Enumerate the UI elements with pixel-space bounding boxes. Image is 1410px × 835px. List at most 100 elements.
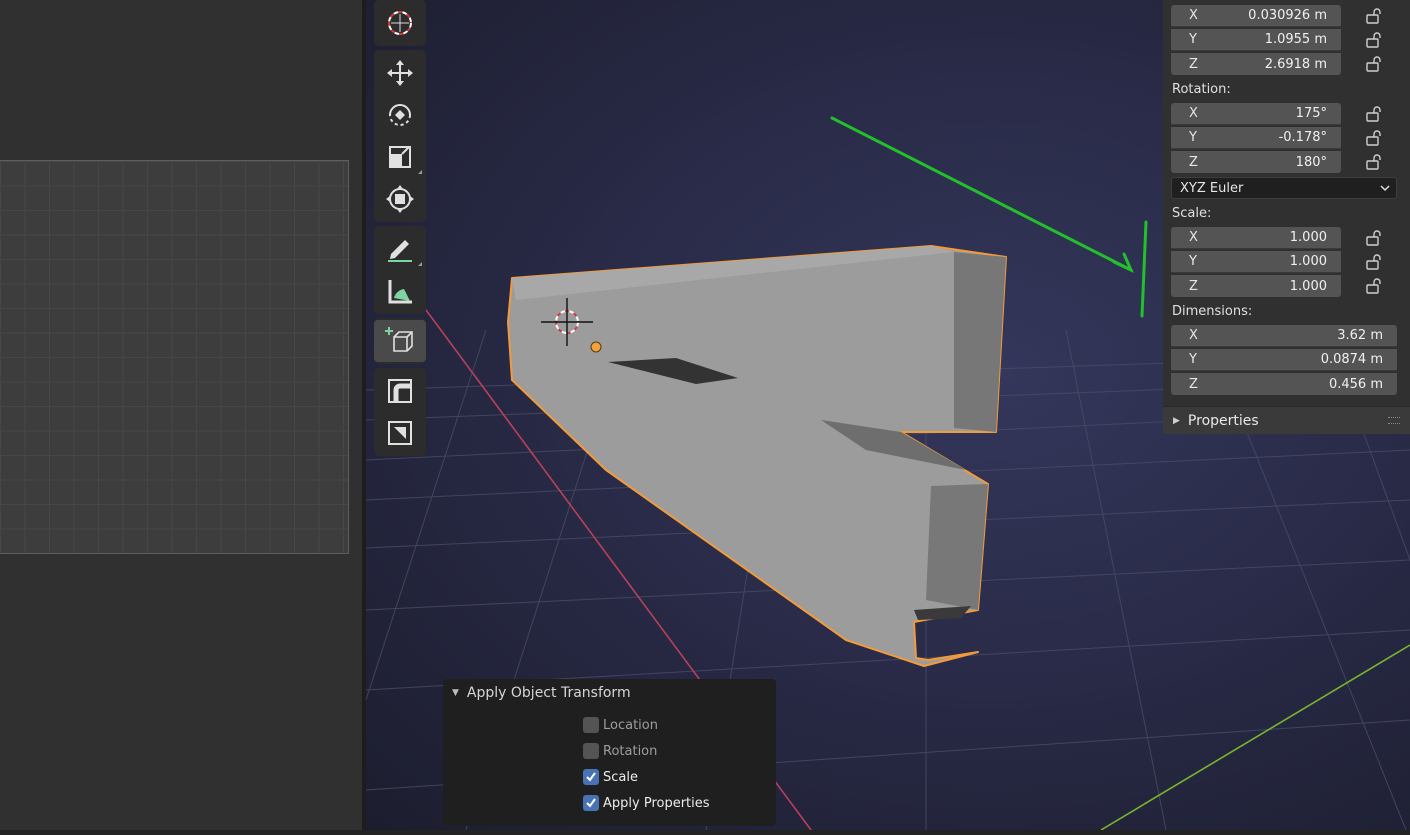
tool-scale[interactable] — [374, 136, 426, 178]
image-editor-grid[interactable] — [0, 160, 349, 554]
axis-label: Z — [1189, 154, 1198, 170]
left-editor-area[interactable] — [0, 0, 362, 830]
annotate-icon — [388, 240, 412, 262]
tool-move[interactable] — [374, 52, 426, 94]
dimensions-z-row: Z 0.456 m — [1171, 373, 1397, 395]
tool-shelf — [374, 0, 426, 460]
tool-annotate[interactable] — [374, 228, 426, 270]
scale-z-field[interactable]: Z 1.000 — [1171, 275, 1341, 297]
dimensions-x-row: X 3.62 m — [1171, 325, 1397, 347]
scale-y-field[interactable]: Y 1.000 — [1171, 251, 1341, 273]
extrude-icon — [388, 379, 412, 403]
status-bar-edge — [0, 830, 1410, 835]
checkmark-icon — [583, 769, 599, 785]
field-value: 0.030926 m — [1248, 8, 1327, 23]
rotation-label: Rotation: — [1172, 82, 1231, 97]
location-checkbox[interactable]: Location — [583, 717, 658, 733]
lock-icon[interactable] — [1365, 130, 1383, 146]
operator-redo-panel: ▼ Apply Object Transform Location Rotati… — [443, 679, 776, 826]
tool-measure[interactable] — [374, 270, 426, 312]
add-cube-icon — [385, 327, 413, 352]
tool-transform[interactable] — [374, 178, 426, 220]
lock-icon[interactable] — [1365, 154, 1383, 170]
field-value: 1.000 — [1289, 230, 1327, 245]
location-y-row: Y 1.0955 m — [1171, 29, 1397, 51]
tool-inset[interactable] — [374, 412, 426, 454]
checkbox-label: Location — [603, 717, 658, 733]
location-y-field[interactable]: Y 1.0955 m — [1171, 29, 1341, 51]
rotation-mode-value: XYZ Euler — [1180, 180, 1244, 196]
operator-panel-header[interactable]: ▼ Apply Object Transform — [452, 685, 631, 701]
rotation-y-field[interactable]: Y -0.178° — [1171, 127, 1341, 149]
checkbox-label: Apply Properties — [603, 795, 710, 811]
object-origin — [590, 341, 602, 353]
field-value: 2.6918 m — [1264, 56, 1327, 72]
dimensions-x-field[interactable]: X 3.62 m — [1171, 325, 1397, 347]
axis-label: Z — [1189, 56, 1198, 72]
checkmark-icon — [583, 795, 599, 811]
axis-label: Y — [1189, 32, 1197, 47]
rotation-mode-dropdown[interactable]: XYZ Euler — [1171, 177, 1397, 199]
scale-x-row: X 1.000 — [1171, 227, 1397, 249]
rotation-checkbox[interactable]: Rotation — [583, 743, 657, 759]
axis-label: X — [1189, 8, 1198, 23]
location-z-row: Z 2.6918 m — [1171, 53, 1397, 75]
rotation-z-field[interactable]: Z 180° — [1171, 151, 1341, 173]
scale-y-row: Y 1.000 — [1171, 251, 1397, 273]
checkbox-unchecked-icon — [583, 743, 599, 759]
operator-title: Apply Object Transform — [466, 685, 631, 701]
lock-icon[interactable] — [1365, 230, 1383, 246]
lock-icon[interactable] — [1365, 278, 1383, 294]
tool-add-cube[interactable] — [374, 320, 426, 362]
tool-rotate[interactable] — [374, 94, 426, 136]
properties-panel-header[interactable]: ▶ Properties — [1163, 406, 1410, 434]
drag-grip-icon[interactable] — [1388, 417, 1400, 424]
dimensions-label: Dimensions: — [1172, 304, 1253, 319]
field-value: 1.000 — [1289, 254, 1327, 269]
field-value: 0.0874 m — [1320, 352, 1383, 367]
chevron-down-icon — [1380, 185, 1390, 192]
checkbox-unchecked-icon — [583, 717, 599, 733]
lock-icon[interactable] — [1365, 254, 1383, 270]
apply-properties-checkbox[interactable]: Apply Properties — [583, 795, 710, 811]
axis-label: X — [1189, 106, 1198, 121]
scale-checkbox[interactable]: Scale — [583, 769, 638, 785]
axis-label: X — [1189, 230, 1198, 245]
axis-label: Z — [1189, 278, 1198, 294]
field-value: 180° — [1295, 154, 1327, 170]
axis-label: Y — [1189, 254, 1197, 269]
field-value: 175° — [1295, 106, 1327, 121]
field-value: 3.62 m — [1337, 328, 1383, 343]
location-z-field[interactable]: Z 2.6918 m — [1171, 53, 1341, 75]
disclosure-triangle-icon: ▼ — [452, 688, 459, 698]
rotation-x-field[interactable]: X 175° — [1171, 103, 1341, 125]
measure-icon — [388, 280, 412, 304]
rotation-y-row: Y -0.178° — [1171, 127, 1397, 149]
sidebar-transform-panel: X 0.030926 m Y 1.0955 m Z 2.6918 m Rotat… — [1163, 0, 1410, 434]
location-x-field[interactable]: X 0.030926 m — [1171, 5, 1341, 27]
dimensions-y-field[interactable]: Y 0.0874 m — [1171, 349, 1397, 371]
field-value: 1.0955 m — [1264, 32, 1327, 47]
tool-cursor[interactable] — [374, 2, 426, 44]
tool-extrude[interactable] — [374, 370, 426, 412]
properties-title: Properties — [1187, 412, 1259, 429]
dimensions-z-field[interactable]: Z 0.456 m — [1171, 373, 1397, 395]
cursor-icon — [388, 11, 412, 35]
lock-icon[interactable] — [1365, 32, 1383, 48]
field-value: 1.000 — [1289, 278, 1327, 294]
lock-icon[interactable] — [1365, 8, 1383, 24]
selected-mesh-object[interactable] — [507, 245, 1007, 667]
axis-label: Y — [1189, 130, 1197, 145]
rotation-z-row: Z 180° — [1171, 151, 1397, 173]
axis-label: Y — [1189, 352, 1197, 367]
lock-icon[interactable] — [1365, 106, 1383, 122]
scale-label: Scale: — [1172, 206, 1212, 221]
field-value: -0.178° — [1278, 130, 1327, 145]
dimensions-y-row: Y 0.0874 m — [1171, 349, 1397, 371]
scale-x-field[interactable]: X 1.000 — [1171, 227, 1341, 249]
move-icon — [387, 60, 413, 86]
lock-icon[interactable] — [1365, 56, 1383, 72]
transform-icon — [386, 185, 414, 213]
location-x-row: X 0.030926 m — [1171, 5, 1397, 27]
checkbox-label: Scale — [603, 769, 638, 785]
